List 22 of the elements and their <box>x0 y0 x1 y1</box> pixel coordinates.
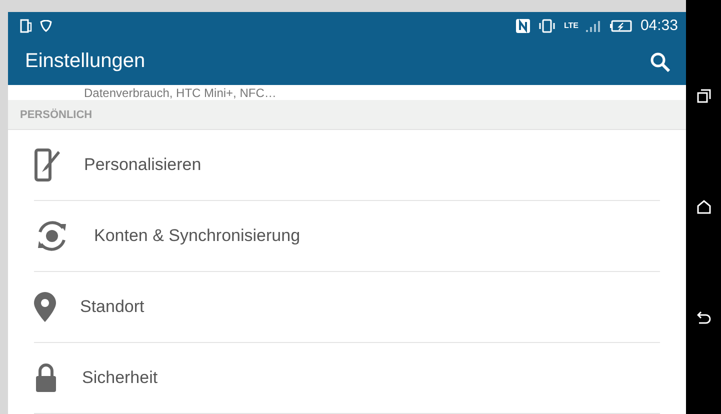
network-type-label: LTE <box>564 22 578 30</box>
back-icon[interactable] <box>696 311 710 326</box>
settings-item[interactable]: Standort <box>34 272 660 343</box>
location-pin-icon <box>34 292 56 322</box>
lock-icon <box>34 363 58 393</box>
vibrate-icon <box>538 18 556 32</box>
status-time: 04:33 <box>640 17 678 34</box>
nfc-icon <box>516 18 530 32</box>
phone-brush-icon <box>34 148 60 182</box>
battery-icon <box>610 20 632 32</box>
recent-apps-icon[interactable] <box>696 88 710 103</box>
signal-icon <box>586 20 602 32</box>
phone-icon <box>20 18 32 32</box>
shield-icon <box>40 20 52 32</box>
toolbar-title: Einstellungen <box>25 50 146 74</box>
settings-item[interactable]: Personalisieren <box>34 130 660 201</box>
search-icon[interactable] <box>650 52 670 72</box>
settings-item[interactable]: Konten & Synchronisierung <box>34 201 660 272</box>
section-header: PERSÖNLICH <box>8 100 686 130</box>
setting-summary: Datenverbrauch, HTC Mini+, NFC… <box>83 84 278 100</box>
settings-item[interactable]: Sicherheit <box>34 343 660 414</box>
home-icon[interactable] <box>696 200 710 214</box>
